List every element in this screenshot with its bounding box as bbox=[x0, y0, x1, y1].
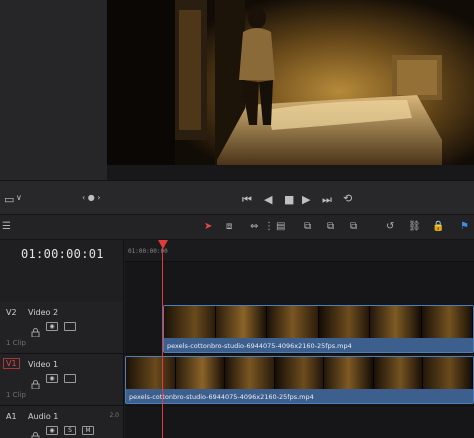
clip-name: pexels-cottonbro-studio-6944075-4096x216… bbox=[167, 342, 352, 350]
snapping-icon[interactable]: ↺ bbox=[386, 221, 394, 232]
play-icon[interactable]: ▶ bbox=[302, 193, 310, 206]
mute-button[interactable]: M bbox=[82, 426, 94, 435]
replace-clip-icon[interactable]: ⧉ bbox=[350, 221, 357, 232]
track-header-v1[interactable]: V1 Video 1 ◉ 1 Clip bbox=[0, 354, 124, 406]
clip-v2[interactable]: pexels-cottonbro-studio-6944075-4096x216… bbox=[163, 305, 474, 353]
chevron-down-icon[interactable]: ∨ bbox=[16, 193, 22, 202]
dynamic-trim-icon[interactable]: ⇔ bbox=[250, 221, 258, 232]
clip-count: 1 Clip bbox=[6, 391, 26, 399]
lock-icon[interactable] bbox=[31, 426, 40, 438]
layout-icon[interactable]: ▭ bbox=[4, 193, 14, 206]
playhead-handle[interactable] bbox=[158, 240, 168, 249]
clip-v1[interactable]: pexels-cottonbro-studio-6944075-4096x216… bbox=[125, 356, 474, 404]
timecode-panel: 01:00:00:01 bbox=[0, 240, 124, 302]
track-name[interactable]: Video 1 bbox=[28, 360, 58, 369]
auto-track-select-icon[interactable]: ◉ bbox=[46, 322, 58, 331]
clip-name: pexels-cottonbro-studio-6944075-4096x216… bbox=[129, 393, 314, 401]
stop-icon[interactable]: ■ bbox=[284, 193, 294, 206]
solo-button[interactable]: S bbox=[64, 426, 76, 435]
blade-tool-icon[interactable]: ⋮ bbox=[264, 221, 274, 232]
track-controls: ◉ S M bbox=[31, 426, 94, 438]
playhead-line[interactable] bbox=[162, 244, 163, 438]
viewer-frame bbox=[107, 0, 474, 165]
step-back-icon[interactable]: ◀ bbox=[264, 193, 272, 206]
channel-format: 2.0 bbox=[109, 412, 119, 419]
timecode-display[interactable]: 01:00:00:01 bbox=[21, 247, 104, 261]
track-id[interactable]: V1 bbox=[3, 358, 20, 369]
edit-toolbar: ☰ ➤ ⧈ ⇔ ⋮ ▤ ⧉ ⧉ ⧉ ↺ ⛓ 🔒 ⚑ bbox=[0, 214, 474, 240]
jog-control-icon[interactable]: ‹ ● › bbox=[82, 193, 100, 202]
viewer-side-panel bbox=[0, 0, 107, 180]
track-enable-icon[interactable] bbox=[64, 322, 76, 331]
track-controls: ◉ bbox=[31, 322, 76, 338]
linked-selection-icon[interactable]: ⛓ bbox=[408, 221, 421, 232]
clip-count: 1 Clip bbox=[6, 339, 26, 347]
auto-track-select-icon[interactable]: ◉ bbox=[46, 426, 58, 435]
lock-icon[interactable] bbox=[31, 322, 40, 338]
track-lane-a1 bbox=[125, 406, 474, 438]
track-header-v2[interactable]: V2 Video 2 ◉ 1 Clip bbox=[0, 302, 124, 354]
position-lock-icon[interactable]: 🔒 bbox=[432, 221, 444, 232]
track-controls: ◉ bbox=[31, 374, 76, 390]
track-name[interactable]: Audio 1 bbox=[28, 412, 58, 421]
go-to-start-icon[interactable]: ⏮ bbox=[242, 193, 252, 207]
insert-clip-icon[interactable]: ⧉ bbox=[304, 221, 311, 232]
overwrite-clip-icon[interactable]: ⧉ bbox=[327, 221, 334, 232]
auto-track-select-icon[interactable]: ◉ bbox=[46, 374, 58, 383]
step-forward-icon[interactable]: ⏭ bbox=[322, 193, 332, 207]
timeline-ruler[interactable]: 01:00:00:00 bbox=[125, 240, 474, 262]
track-id: V2 bbox=[6, 308, 17, 317]
flag-icon[interactable]: ⚑ bbox=[460, 221, 469, 232]
viewer-scrub-area bbox=[107, 165, 474, 180]
trim-tool-icon[interactable]: ⧈ bbox=[226, 221, 232, 232]
track-name[interactable]: Video 2 bbox=[28, 308, 58, 317]
timeline-options-icon[interactable]: ☰ bbox=[2, 221, 11, 232]
lock-icon[interactable] bbox=[31, 374, 40, 390]
track-enable-icon[interactable] bbox=[64, 374, 76, 383]
video-preview-frame bbox=[107, 0, 474, 165]
blade-edit-icon[interactable]: ▤ bbox=[276, 221, 285, 232]
editor-window: ▭ ∨ ‹ ● › ⏮ ◀ ■ ▶ ⏭ ⟲ ☰ ➤ ⧈ ⇔ ⋮ ▤ ⧉ ⧉ ⧉ … bbox=[0, 0, 474, 438]
track-id: A1 bbox=[6, 412, 17, 421]
loop-icon[interactable]: ⟲ bbox=[343, 192, 352, 205]
track-header-a1[interactable]: A1 Audio 1 2.0 ◉ S M bbox=[0, 406, 124, 438]
selection-tool-icon[interactable]: ➤ bbox=[204, 221, 212, 232]
transport-bar: ▭ ∨ ‹ ● › ⏮ ◀ ■ ▶ ⏭ ⟲ bbox=[0, 180, 474, 214]
timeline-empty-area bbox=[125, 262, 474, 302]
